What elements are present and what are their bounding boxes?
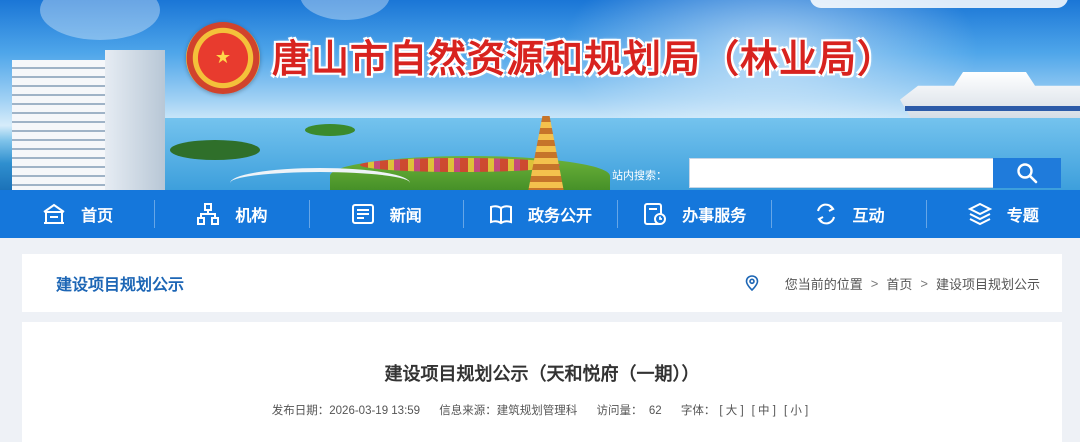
breadcrumb-current-link[interactable]: 建设项目规划公示 xyxy=(936,274,1040,293)
nav-label: 机构 xyxy=(235,208,268,225)
view-count-value: 62 xyxy=(648,405,662,417)
layers-icon xyxy=(967,202,993,226)
nav-label: 专题 xyxy=(1006,208,1039,225)
news-icon xyxy=(351,204,374,224)
publish-date-value: 2026-03-19 13:59 xyxy=(329,405,421,417)
home-icon xyxy=(43,203,65,224)
nav-label: 首页 xyxy=(81,208,114,225)
banner-flowers xyxy=(360,158,560,172)
font-large-button[interactable]: [ 大 ] xyxy=(719,405,743,417)
info-source-value: 建筑规划管理科 xyxy=(496,405,578,417)
banner-bridge xyxy=(230,168,410,190)
search-input[interactable] xyxy=(689,158,995,188)
view-count-label: 访问量： xyxy=(596,405,643,417)
search-label: 站内搜索： xyxy=(612,170,667,182)
service-icon xyxy=(644,203,667,225)
font-size-label: 字体： xyxy=(680,405,716,417)
site-title: 唐山市自然资源和规划局（林业局） xyxy=(272,36,897,81)
org-icon xyxy=(197,203,220,225)
nav-item-services[interactable]: 办事服务 xyxy=(617,190,771,238)
nav-item-interact[interactable]: 互动 xyxy=(771,190,925,238)
emblem-star-icon: ★ xyxy=(214,47,232,68)
section-title: 建设项目规划公示 xyxy=(56,277,185,294)
font-medium-button[interactable]: [ 中 ] xyxy=(752,405,776,417)
banner-shore xyxy=(170,140,260,160)
article-title: 建设项目规划公示（天和悦府（一期）） xyxy=(384,364,700,384)
interact-icon xyxy=(816,203,835,225)
info-source-label: 信息来源： xyxy=(439,405,497,417)
nav-item-topics[interactable]: 专题 xyxy=(925,190,1080,238)
article-meta: 发布日期：2026-03-19 13:59 信息来源：建筑规划管理科 访问量： … xyxy=(22,402,1062,418)
font-size-controls: 字体：[ 大 ] [ 中 ] [ 小 ] xyxy=(681,405,812,417)
banner-ship-stripe xyxy=(905,106,1080,111)
book-icon xyxy=(489,205,512,225)
nav-label: 互动 xyxy=(852,208,885,225)
banner-cloud xyxy=(300,0,390,20)
location-label: 您当前的位置 xyxy=(784,276,863,292)
top-utility-bar xyxy=(810,0,1068,8)
header-banner: ★ 唐山市自然资源和规划局（林业局） 站内搜索： xyxy=(0,0,1080,190)
banner-island xyxy=(305,124,355,136)
breadcrumb-home-link[interactable]: 首页 xyxy=(886,274,912,293)
banner-building-wing xyxy=(105,50,165,190)
nav-item-gov-affairs[interactable]: 政务公开 xyxy=(462,190,617,238)
breadcrumb-separator: > xyxy=(920,275,928,291)
banner-cloud xyxy=(40,0,160,40)
publish-date: 发布日期：2026-03-19 13:59 xyxy=(272,405,420,417)
nav-label: 政务公开 xyxy=(527,208,592,225)
search-icon xyxy=(1017,163,1038,184)
main-nav: 首页 机构 新闻 政务公开 办事服务 互动 专题 xyxy=(0,190,1080,238)
breadcrumb: 您当前的位置 > 首页 > 建设项目规划公示 xyxy=(745,274,1040,293)
publish-date-label: 发布日期： xyxy=(271,405,330,417)
search-button[interactable] xyxy=(993,158,1061,188)
nav-item-news[interactable]: 新闻 xyxy=(308,190,463,238)
article-panel: 建设项目规划公示（天和悦府（一期）） 发布日期：2026-03-19 13:59… xyxy=(22,322,1062,442)
info-source: 信息来源：建筑规划管理科 xyxy=(439,405,577,417)
nav-label: 办事服务 xyxy=(682,208,747,225)
view-count: 访问量： 62 xyxy=(596,405,661,417)
location-pin-icon xyxy=(745,275,759,291)
breadcrumb-bar: 建设项目规划公示 您当前的位置 > 首页 > 建设项目规划公示 xyxy=(22,254,1062,312)
nav-label: 新闻 xyxy=(389,208,422,225)
nav-item-home[interactable]: 首页 xyxy=(0,190,154,238)
breadcrumb-separator: > xyxy=(870,275,879,291)
national-emblem-logo: ★ xyxy=(186,22,260,94)
font-small-button[interactable]: [ 小 ] xyxy=(784,405,808,417)
nav-item-org[interactable]: 机构 xyxy=(154,190,308,238)
